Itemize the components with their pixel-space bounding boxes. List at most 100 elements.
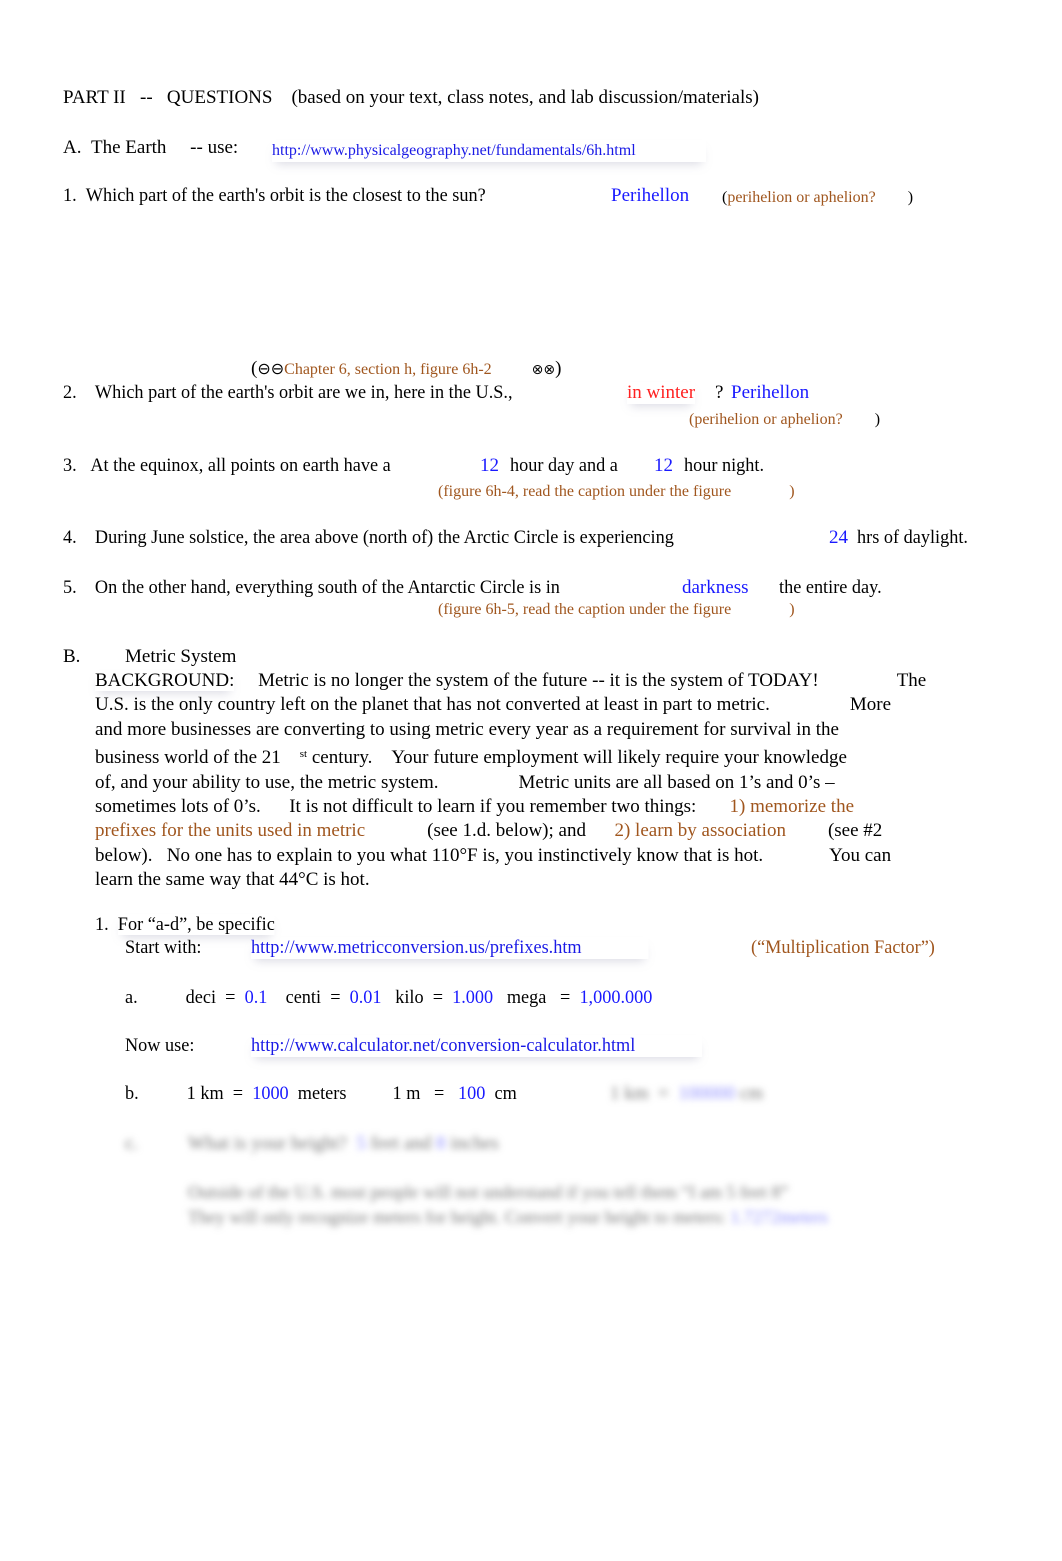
background-text: of, and your ability to use, the metric … [95,771,439,793]
hint-close: ) [789,483,795,500]
superscript: st [299,748,308,761]
question-text: hrs of daylight. [857,527,968,548]
background-text: (see 1.d. below); and [427,820,586,842]
answer-kilo[interactable]: 1.000 [452,987,493,1008]
background-text: No one has to explain to you what 110°F … [166,844,764,866]
answer-daylight-hours[interactable]: 24 [829,527,848,549]
start-with-label: Start with: [125,937,202,958]
answer-feet[interactable]: 5 [356,1133,366,1154]
question-text: At the equinox, all points on earth have… [90,455,391,476]
equals: = [232,1083,244,1104]
answer-perihelion[interactable]: Perihellon [611,185,689,207]
background-text: Metric units are all based on 1’s and 0’… [518,771,835,793]
hint-text: (perihelion or aphelion? [689,411,843,428]
section-b-label: B. [63,646,81,667]
question-number: 5. [63,577,77,598]
section-b-title: Metric System [125,646,237,667]
blurred-text: 1 km [610,1083,649,1104]
answer-km-meters[interactable]: 1000 [252,1083,288,1104]
blurred-km-cm: 1 km = 100000 cm [610,1083,763,1105]
metricconversion-link[interactable]: http://www.metricconversion.us/prefixes.… [251,937,649,959]
blurred-text: feet and [370,1133,432,1154]
hint: (perihelion or aphelion?) [722,187,913,209]
now-use-label: Now use: [125,1035,195,1056]
background-text: The [896,670,927,691]
background-text: business world of the 21 [95,747,281,769]
prefix-kilo: kilo [395,987,424,1008]
answer-day-hours[interactable]: 12 [480,455,499,477]
answer-mega[interactable]: 1,000.000 [579,987,652,1008]
question-text: During June solstice, the area above (no… [94,527,674,548]
hint-text: perihelion or aphelion? [727,189,876,206]
answer-darkness[interactable]: darkness [682,577,748,599]
background-paragraph: BACKGROUND: Metric is no longer the syst… [95,669,995,893]
answer-m-cm[interactable]: 100 [458,1083,485,1104]
background-line: learn the same way that 44°C is hot. [95,868,995,892]
background-text: U.S. is the only country left on the pla… [95,694,770,716]
item-1: 1. For “a-d”, be specific [95,914,275,936]
item-number: 1. [95,914,109,935]
background-text: You can [829,844,892,866]
answer-km-cm[interactable]: 100000 [678,1083,735,1104]
background-line: sometimes lots of 0’s. It is not difficu… [95,795,995,819]
minus-circle-icon: ⊖⊖ [257,359,285,378]
item-a: a. deci = 0.1 centi = 0.01 kilo = 1.000 m… [125,987,652,1009]
physicalgeography-link[interactable]: http://www.physicalgeography.net/fundame… [272,140,706,162]
hint-close: ) [874,411,881,428]
background-line: and more businesses are converting to us… [95,718,995,742]
question-4: 4. During June solstice, the area above … [63,527,674,549]
answer-inches[interactable]: 8 [436,1133,446,1154]
calculator-link[interactable]: http://www.calculator.net/conversion-cal… [251,1035,702,1057]
question-1: 1. Which part of the earth's orbit is th… [63,185,486,207]
background-text: sometimes lots of 0’s. [95,796,261,818]
blurred-text: inches [450,1133,499,1154]
hint: (figure 6h-5, read the caption under the… [438,599,795,621]
question-number: 4. [63,527,77,548]
item-b: b. 1 km = 1000 meters 1 m = 100 cm [125,1083,517,1105]
questions-label: QUESTIONS [166,87,273,108]
item-label: a. [125,987,138,1008]
answer-night-hours[interactable]: 12 [654,455,673,477]
question-text: On the other hand, everything south of t… [94,577,560,598]
item-c-line2: They will only recognize meters for heig… [188,1206,828,1228]
tip-text: prefixes for the units used in metric [95,820,366,842]
page-subtitle: (based on your text, class notes, and la… [291,87,759,108]
multiplication-factor-note: (“Multiplication Factor”) [751,937,935,958]
prefix-mega: mega [506,987,547,1008]
equals: = [330,987,341,1008]
question-mark: ? [715,382,724,403]
background-line: BACKGROUND: Metric is no longer the syst… [95,669,995,693]
background-line: U.S. is the only country left on the pla… [95,693,995,717]
background-line: of, and your ability to use, the metric … [95,771,995,795]
background-line: prefixes for the units used in metric (se… [95,819,995,843]
hint-text: (figure 6h-4, read the caption under the… [438,483,732,500]
blurred-text: cm [740,1083,764,1104]
hint: (figure 6h-4, read the caption under the… [438,481,795,503]
part-label: PART II [63,87,126,108]
title-dash: -- [140,87,153,108]
prefix-deci: deci [185,987,217,1008]
background-text: It is not difficult to learn if you reme… [289,796,697,818]
answer-perihelion-2[interactable]: Perihellon [731,382,809,404]
question-3: 3. At the equinox, all points on earth h… [63,455,391,477]
background-line: business world of the 21 st century. You… [95,742,995,770]
background-text: (see #2 [827,820,883,842]
use-label: -- use: [190,137,239,158]
item-c-line1: Outside of the U.S. most people will not… [188,1182,789,1202]
answer-centi[interactable]: 0.01 [350,987,382,1008]
item-c-question: What is your height? 5 feet and 8 inches [188,1133,499,1155]
m-label: 1 m [392,1083,421,1104]
equals: = [560,987,571,1008]
chapter-reference: (⊖⊖Chapter 6, section h, figure 6h-2 ⊗⊗) [251,358,561,381]
times-circle-icon: ⊗⊗ [531,362,556,378]
question-2: 2. Which part of the earth's orbit are w… [63,382,513,404]
answer-height-meters[interactable]: 1.7272meters [730,1207,827,1227]
hint-close: ) [789,601,795,618]
tip-text: 1) memorize the [729,796,855,818]
question-number: 2. [63,382,77,403]
hint-text: (figure 6h-5, read the caption under the… [438,601,732,618]
answer-deci[interactable]: 0.1 [245,987,268,1008]
background-text: learn the same way that 44°C is hot. [95,869,370,891]
blurred-text: = [658,1083,669,1104]
background-text: Your future employment will likely requi… [391,747,847,769]
